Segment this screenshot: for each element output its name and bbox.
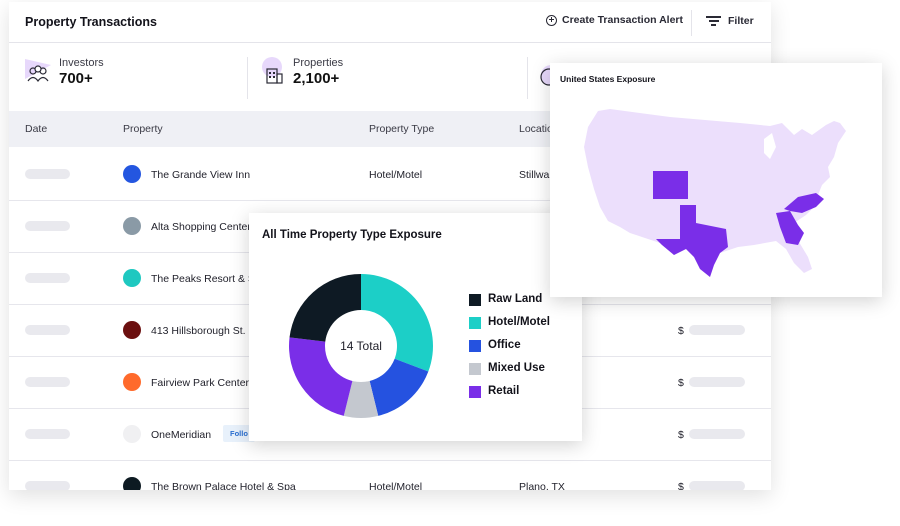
- legend-item: Mixed Use: [469, 362, 550, 385]
- property-name[interactable]: The Peaks Resort & S: [151, 273, 255, 285]
- building-icon: [262, 57, 283, 84]
- date-placeholder: [25, 169, 70, 179]
- date-placeholder: [25, 221, 70, 231]
- colorado-state: [653, 171, 688, 199]
- filter-button[interactable]: Filter: [706, 15, 754, 27]
- property-type: Hotel/Motel: [369, 169, 423, 181]
- currency-symbol: $: [678, 429, 684, 441]
- property-location: Plano, TX: [519, 481, 565, 490]
- legend-label: Hotel/Motel: [488, 316, 550, 328]
- property-type-exposure-card: All Time Property Type Exposure 14 Total…: [249, 213, 582, 441]
- property-type-donut-chart: 14 Total: [289, 274, 433, 418]
- property-name[interactable]: OneMeridian: [151, 429, 211, 441]
- legend-swatch: [469, 317, 481, 329]
- stat-value: 2,100+: [293, 70, 340, 87]
- property-name[interactable]: Alta Shopping Center: [151, 221, 251, 233]
- property-location: Stillwa: [519, 169, 550, 181]
- donut-slice-hotel-motel[interactable]: [361, 274, 433, 372]
- plus-circle-icon: [546, 14, 557, 26]
- amount-placeholder: [689, 377, 745, 387]
- create-transaction-alert-button[interactable]: Create Transaction Alert: [546, 14, 683, 26]
- legend-label: Raw Land: [488, 293, 543, 305]
- legend-swatch: [469, 363, 481, 375]
- donut-center-label: 14 Total: [340, 339, 382, 353]
- column-header-date[interactable]: Date: [25, 123, 47, 135]
- stat-label: Properties: [293, 57, 344, 69]
- legend-swatch: [469, 340, 481, 352]
- property-avatar: [123, 425, 141, 443]
- stat-divider: [527, 57, 528, 99]
- donut-card-title: All Time Property Type Exposure: [262, 229, 442, 241]
- property-avatar: [123, 321, 141, 339]
- donut-legend: Raw Land Hotel/Motel Office Mixed Use Retail: [469, 293, 550, 408]
- date-placeholder: [25, 273, 70, 283]
- filter-icon: [706, 16, 721, 26]
- property-avatar: [123, 217, 141, 235]
- stat-investors: Investors 700+: [25, 57, 104, 87]
- stat-label: Investors: [59, 57, 104, 69]
- date-placeholder: [25, 377, 70, 387]
- us-exposure-map: [584, 109, 846, 277]
- table-row[interactable]: The Brown Palace Hotel & Spa Hotel/Motel P…: [9, 460, 771, 490]
- currency-symbol: $: [678, 325, 684, 337]
- column-header-property-type[interactable]: Property Type: [369, 123, 434, 135]
- amount-placeholder: [689, 429, 745, 439]
- date-placeholder: [25, 325, 70, 335]
- panel-header: Property Transactions Create Transaction…: [9, 2, 771, 43]
- filter-label: Filter: [728, 15, 754, 27]
- legend-label: Retail: [488, 385, 520, 397]
- page-title: Property Transactions: [25, 15, 157, 29]
- donut-slice-raw-land[interactable]: [289, 274, 361, 342]
- users-icon: [25, 59, 51, 83]
- property-name[interactable]: The Brown Palace Hotel & Spa: [151, 481, 296, 490]
- legend-item: Retail: [469, 385, 550, 408]
- header-divider: [691, 10, 692, 36]
- property-avatar: [123, 165, 141, 183]
- property-name[interactable]: Fairview Park Center: [151, 377, 249, 389]
- property-name[interactable]: The Grande View Inn: [151, 169, 250, 181]
- legend-swatch: [469, 386, 481, 398]
- property-avatar: [123, 477, 141, 490]
- legend-label: Office: [488, 339, 521, 351]
- amount-placeholder: [689, 481, 745, 490]
- property-type: Hotel/Motel: [369, 481, 423, 490]
- date-placeholder: [25, 429, 70, 439]
- property-avatar: [123, 269, 141, 287]
- currency-symbol: $: [678, 377, 684, 389]
- property-avatar: [123, 373, 141, 391]
- column-header-property[interactable]: Property: [123, 123, 163, 135]
- create-alert-label: Create Transaction Alert: [562, 14, 683, 26]
- legend-label: Mixed Use: [488, 362, 545, 374]
- currency-symbol: $: [678, 481, 684, 490]
- amount-placeholder: [689, 325, 745, 335]
- property-name[interactable]: 413 Hillsborough St.: [151, 325, 246, 337]
- legend-swatch: [469, 294, 481, 306]
- stat-value: 700+: [59, 70, 93, 87]
- legend-item: Hotel/Motel: [469, 316, 550, 339]
- stat-divider: [247, 57, 248, 99]
- stat-properties: Properties 2,100+: [261, 57, 343, 87]
- date-placeholder: [25, 481, 70, 490]
- us-exposure-card: United States Exposure: [550, 63, 882, 297]
- legend-item: Office: [469, 339, 550, 362]
- legend-item: Raw Land: [469, 293, 550, 316]
